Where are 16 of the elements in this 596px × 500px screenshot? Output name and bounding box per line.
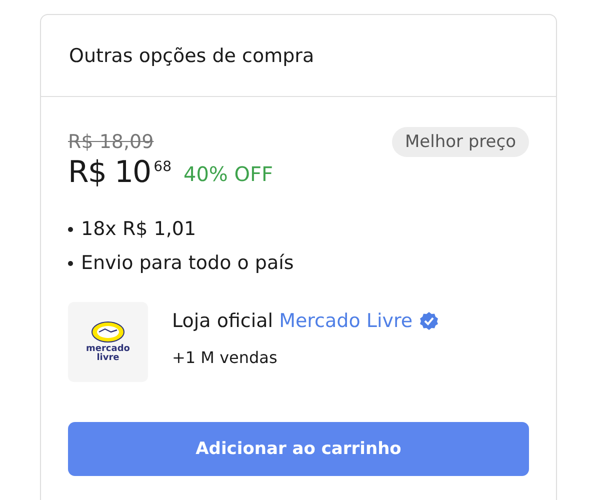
bullet-icon	[68, 260, 73, 266]
feature-text: 18x R$ 1,01	[81, 218, 196, 240]
original-price: R$ 18,09	[68, 131, 155, 153]
price-cents: 68	[154, 159, 172, 175]
discount-label: 40% OFF	[183, 162, 274, 186]
feature-text: Envio para todo o país	[81, 252, 294, 274]
price: R$ 10	[68, 155, 151, 190]
logo-text: mercado	[86, 345, 130, 354]
add-to-cart-button[interactable]: Adicionar ao carrinho	[68, 422, 529, 476]
logo-text: livre	[96, 354, 120, 363]
store-label: Loja oficial	[172, 310, 274, 332]
store-link[interactable]: Mercado Livre	[279, 310, 413, 332]
section-title: Outras opções de compra	[69, 44, 314, 66]
best-price-badge: Melhor preço	[392, 127, 529, 157]
sales-count: +1 M vendas	[172, 348, 278, 367]
bullet-icon	[68, 226, 73, 232]
